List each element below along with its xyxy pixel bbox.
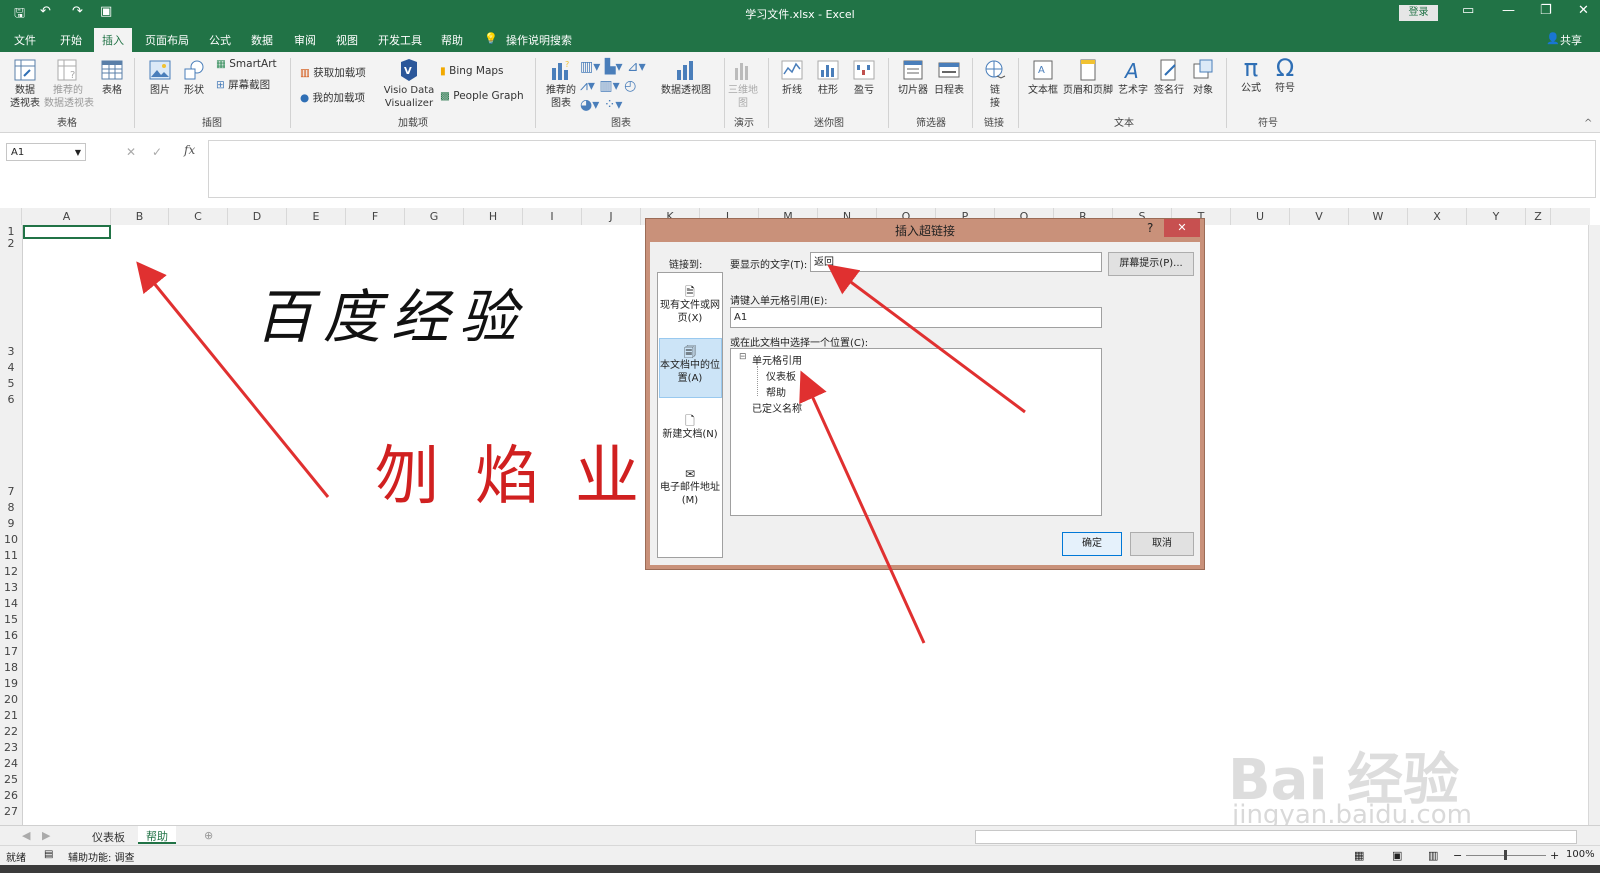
zoom-in-icon[interactable]: + xyxy=(1550,849,1559,862)
page-break-view-icon[interactable]: ▥ xyxy=(1428,849,1438,862)
scroll-right-icon[interactable]: ▶ xyxy=(42,829,50,842)
arrow-to-display-text xyxy=(827,264,1026,414)
sheet-tab-bar: ◀ ▶ 仪表板 帮助 ⊕ xyxy=(0,825,1600,846)
arrow-to-cell-a1 xyxy=(136,261,330,498)
arrow-to-dashboard-item xyxy=(799,370,926,644)
page-layout-view-icon[interactable]: ▣ xyxy=(1392,849,1402,862)
macro-record-icon[interactable]: ▤ xyxy=(44,849,53,860)
zoom-out-icon[interactable]: − xyxy=(1453,849,1462,862)
horizontal-scrollbar[interactable] xyxy=(975,830,1577,844)
accessibility-status[interactable]: 辅助功能: 调查 xyxy=(68,849,135,864)
sheet-tab-help[interactable]: 帮助 xyxy=(138,826,176,844)
scroll-left-icon[interactable]: ◀ xyxy=(22,829,30,842)
add-sheet-icon[interactable]: ⊕ xyxy=(204,829,213,842)
zoom-slider-thumb[interactable] xyxy=(1504,850,1507,860)
normal-view-icon[interactable]: ▦ xyxy=(1354,849,1364,862)
status-bar: 就绪 ▤ 辅助功能: 调查 ▦ ▣ ▥ − + 100% xyxy=(0,845,1600,866)
status-ready: 就绪 xyxy=(6,853,26,864)
sheet-tab-dashboard[interactable]: 仪表板 xyxy=(92,829,125,845)
taskbar-strip xyxy=(0,865,1600,873)
vertical-scrollbar[interactable] xyxy=(1588,225,1600,825)
zoom-level[interactable]: 100% xyxy=(1566,849,1595,860)
